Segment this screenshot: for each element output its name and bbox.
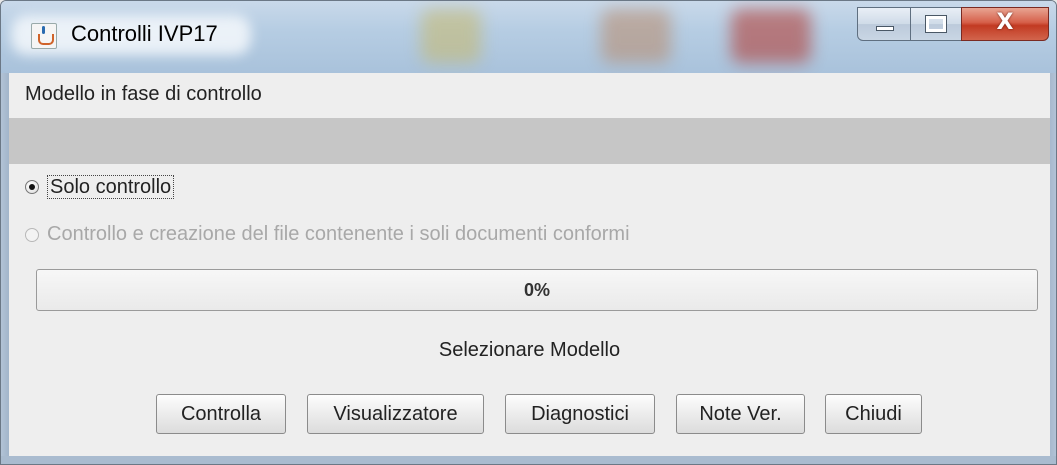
status-text: Selezionare Modello: [438, 339, 621, 361]
model-value-field: [9, 118, 1050, 164]
radio-checked-icon[interactable]: [25, 180, 39, 194]
chiudi-button[interactable]: Chiudi: [825, 394, 922, 434]
window-frame-bottom: [1, 456, 1056, 464]
close-button[interactable]: X: [961, 7, 1049, 41]
note-ver-button[interactable]: Note Ver.: [676, 394, 805, 434]
window-title: Controlli IVP17: [71, 21, 218, 46]
maximize-icon: [925, 15, 947, 33]
model-label: Modello in fase di controllo: [25, 83, 262, 105]
controlla-button[interactable]: Controlla: [156, 394, 286, 434]
radio-label: Controllo e creazione del file contenent…: [47, 223, 630, 245]
background-blur: [731, 9, 811, 63]
background-blur: [421, 9, 481, 63]
window-frame-left: [1, 73, 9, 464]
progress-bar: 0%: [36, 269, 1038, 311]
visualizzatore-button[interactable]: Visualizzatore: [307, 394, 484, 434]
minimize-icon: [876, 26, 894, 31]
dialog-window: Controlli IVP17 X Modello in fase di con…: [0, 0, 1057, 465]
minimize-button[interactable]: [857, 7, 911, 41]
title-bar[interactable]: Controlli IVP17 X: [1, 1, 1056, 73]
progress-text: 0%: [523, 279, 550, 300]
maximize-button[interactable]: [910, 7, 962, 41]
radio-solo-controllo[interactable]: Solo controllo: [25, 175, 175, 199]
close-icon: X: [996, 10, 1014, 35]
radio-label: Solo controllo: [47, 175, 175, 199]
background-blur: [601, 9, 671, 63]
radio-unchecked-icon[interactable]: [25, 227, 39, 242]
diagnostici-button[interactable]: Diagnostici: [505, 394, 655, 434]
java-icon[interactable]: [31, 23, 57, 49]
radio-controllo-e-creazione[interactable]: Controllo e creazione del file contenent…: [25, 223, 630, 246]
